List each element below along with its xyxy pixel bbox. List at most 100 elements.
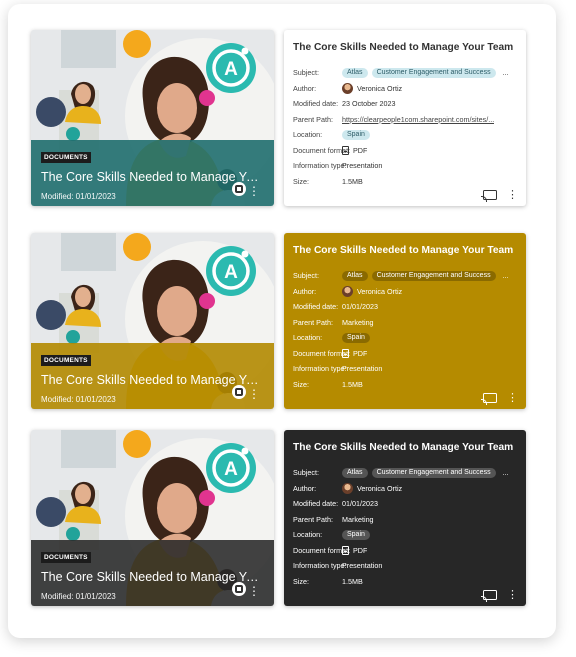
size-row: Size: 1.5MB [293, 377, 517, 393]
modified-text: Modified: 01/01/2023 [41, 592, 116, 601]
modified-value: 01/01/2023 [342, 499, 378, 509]
subject-tag[interactable]: Customer Engagement and Success [371, 270, 496, 281]
info-title[interactable]: The Core Skills Needed to Manage Your Te… [293, 245, 517, 256]
info-type-row: Information type: Presentation [293, 158, 517, 174]
location-tag[interactable]: Spain [342, 332, 370, 343]
document-title[interactable]: The Core Skills Needed to Manage Your Te… [41, 170, 263, 184]
format-label: Document format: [293, 545, 351, 555]
more-icon[interactable]: ⋮ [248, 585, 260, 597]
document-title[interactable]: The Core Skills Needed to Manage Your Te… [41, 570, 263, 584]
location-row: Location: Spain [293, 330, 517, 346]
format-label: Document format: [293, 348, 351, 358]
parent-path-row: Parent Path: https://clearpeople1com.sha… [293, 112, 517, 128]
size-row: Size: 1.5MB [293, 574, 517, 590]
more-icon[interactable]: ⋮ [248, 185, 260, 197]
info-type-value: Presentation [342, 161, 383, 171]
location-row: Location: Spain [293, 127, 517, 143]
location-row: Location: Spain [293, 527, 517, 543]
parent-path-label: Parent Path: [293, 317, 333, 327]
subject-tag[interactable]: Customer Engagement and Success [371, 67, 496, 78]
subject-more[interactable]: ... [503, 271, 509, 280]
info-type-value: Presentation [342, 364, 383, 374]
modified-text: Modified: 01/01/2023 [41, 192, 116, 201]
logo-a-icon: A [206, 443, 256, 493]
author-name: Veronica Ortiz [357, 483, 403, 493]
subject-tag[interactable]: Atlas [342, 67, 368, 78]
parent-path-value[interactable]: Marketing [342, 318, 374, 327]
info-type-label: Information type: [293, 561, 347, 571]
size-label: Size: [293, 379, 309, 389]
svg-text:A: A [224, 262, 238, 283]
subject-row: Subject: Atlas Customer Engagement and S… [293, 268, 517, 284]
subject-row: Subject: Atlas Customer Engagement and S… [293, 465, 517, 481]
format-value: PDF [353, 348, 368, 358]
size-label: Size: [293, 576, 309, 586]
format-value: PDF [353, 545, 368, 555]
document-info-card[interactable]: The Core Skills Needed to Manage Your Te… [284, 430, 526, 606]
size-value: 1.5MB [342, 176, 363, 186]
subject-tag[interactable]: Atlas [342, 467, 368, 478]
documents-badge: DOCUMENTS [41, 355, 91, 366]
location-tag[interactable]: Spain [342, 529, 370, 540]
parent-path-row: Parent Path: Marketing [293, 512, 517, 528]
cast-icon[interactable] [481, 590, 497, 602]
share-icon[interactable] [232, 385, 246, 399]
info-title[interactable]: The Core Skills Needed to Manage Your Te… [293, 442, 517, 453]
subject-label: Subject: [293, 271, 319, 281]
subject-tag[interactable]: Customer Engagement and Success [371, 467, 496, 478]
size-value: 1.5MB [342, 576, 363, 586]
document-image-card[interactable]: A DOCUMENTS The Core Skills Needed to Ma… [31, 430, 274, 606]
document-image-card[interactable]: A DOCUMENTS The Core Skills Needed to Ma… [31, 233, 274, 409]
author-name: Veronica Ortiz [357, 83, 403, 93]
svg-text:A: A [224, 459, 238, 480]
author-row: Author: Veronica Ortiz [293, 81, 517, 97]
cast-icon[interactable] [481, 393, 497, 405]
share-icon[interactable] [232, 182, 246, 196]
document-title[interactable]: The Core Skills Needed to Manage Your Te… [41, 373, 263, 387]
image-overlay: DOCUMENTS The Core Skills Needed to Mana… [31, 140, 274, 206]
document-info-card[interactable]: The Core Skills Needed to Manage Your Te… [284, 30, 526, 206]
parent-path-value[interactable]: https://clearpeople1com.sharepoint.com/s… [342, 115, 494, 124]
image-overlay: DOCUMENTS The Core Skills Needed to Mana… [31, 540, 274, 606]
more-icon[interactable]: ⋮ [507, 590, 518, 601]
share-icon[interactable] [232, 582, 246, 596]
location-label: Location: [293, 530, 323, 540]
info-type-label: Information type: [293, 161, 347, 171]
documents-badge: DOCUMENTS [41, 152, 91, 163]
pdf-icon [342, 145, 349, 155]
more-icon[interactable]: ⋮ [507, 190, 518, 201]
document-image-card[interactable]: A DOCUMENTS The Core Skills Needed to Ma… [31, 30, 274, 206]
modified-value: 01/01/2023 [342, 302, 378, 312]
format-value: PDF [353, 145, 368, 155]
modified-label: Modified date: [293, 499, 339, 509]
subject-more[interactable]: ... [503, 468, 509, 477]
size-label: Size: [293, 176, 309, 186]
cast-icon[interactable] [481, 190, 497, 202]
documents-badge: DOCUMENTS [41, 552, 91, 563]
more-icon[interactable]: ⋮ [507, 393, 518, 404]
modified-row: Modified date: 01/01/2023 [293, 496, 517, 512]
author-label: Author: [293, 83, 317, 93]
avatar [342, 482, 353, 494]
subject-tag[interactable]: Atlas [342, 270, 368, 281]
more-icon[interactable]: ⋮ [248, 388, 260, 400]
format-row: Document format: PDF [293, 543, 517, 559]
format-row: Document format: PDF [293, 346, 517, 362]
document-info-card[interactable]: The Core Skills Needed to Manage Your Te… [284, 233, 526, 409]
pdf-icon [342, 545, 349, 555]
parent-path-value[interactable]: Marketing [342, 515, 374, 524]
info-title[interactable]: The Core Skills Needed to Manage Your Te… [293, 42, 517, 53]
subject-label: Subject: [293, 68, 319, 78]
info-type-row: Information type: Presentation [293, 558, 517, 574]
size-row: Size: 1.5MB [293, 174, 517, 190]
parent-path-label: Parent Path: [293, 514, 333, 524]
location-label: Location: [293, 333, 323, 343]
info-type-label: Information type: [293, 364, 347, 374]
location-label: Location: [293, 130, 323, 140]
modified-row: Modified date: 01/01/2023 [293, 299, 517, 315]
subject-more[interactable]: ... [503, 68, 509, 77]
modified-row: Modified date: 23 October 2023 [293, 96, 517, 112]
location-tag[interactable]: Spain [342, 129, 370, 140]
parent-path-row: Parent Path: Marketing [293, 315, 517, 331]
modified-label: Modified date: [293, 302, 339, 312]
